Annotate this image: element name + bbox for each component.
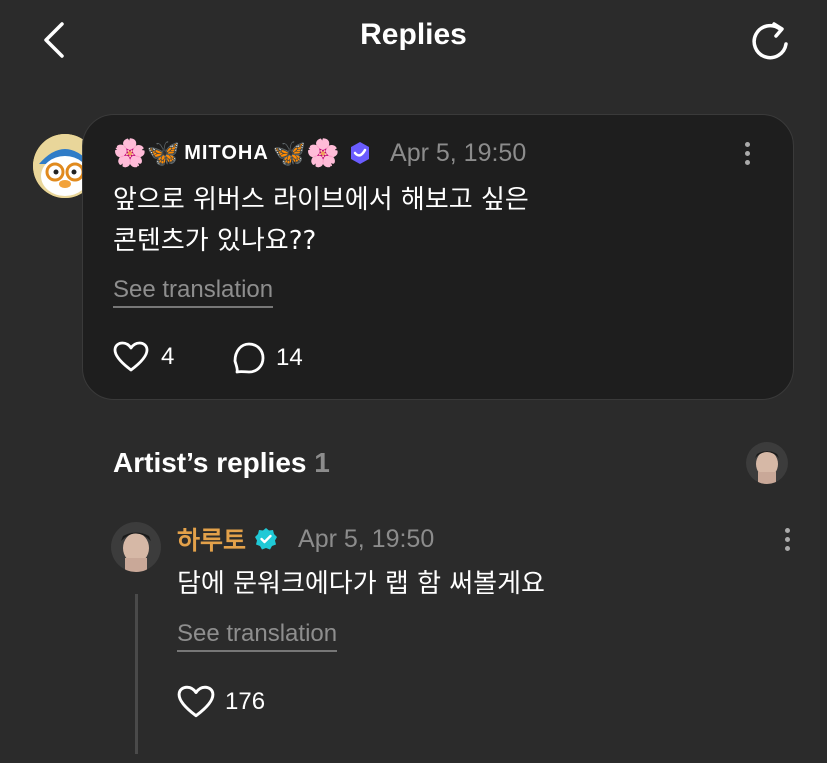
reply-like-count: 176 <box>225 688 266 715</box>
artist-avatar-small[interactable] <box>746 442 788 484</box>
commenter-handle[interactable]: MITOHA <box>184 142 269 165</box>
reply-see-translation-link[interactable]: See translation <box>177 620 338 652</box>
comment-more-button[interactable] <box>745 142 751 169</box>
membership-badge-icon <box>351 142 370 164</box>
reply-text: 담에 문워크에다가 랩 함 써볼게요 <box>177 569 545 599</box>
reply-timestamp: Apr 5, 19:50 <box>298 524 435 553</box>
speech-bubble-icon <box>233 342 265 374</box>
comment-like-button[interactable]: 4 <box>113 341 174 373</box>
artist-name[interactable]: 하루토 <box>177 521 246 557</box>
comment-reply-button[interactable]: 14 <box>232 341 303 375</box>
artist-replies-header: Artist’s replies 1 <box>113 447 330 479</box>
refresh-icon <box>752 22 788 60</box>
artist-photo-icon <box>111 522 161 572</box>
heart-icon <box>113 341 149 372</box>
verified-badge-icon <box>255 528 278 550</box>
reply-more-button[interactable] <box>785 528 791 555</box>
commenter-name-row: 🌸🦋 MITOHA 🦋🌸 Apr 5, 19:50 <box>113 136 526 170</box>
artist-replies-title: Artist’s replies <box>113 447 307 478</box>
reply-like-button[interactable]: 176 <box>177 685 265 719</box>
comment-text-line-2: 콘텐츠가 있나요?? <box>113 226 317 256</box>
artist-photo-icon <box>746 442 788 484</box>
artist-name-row: 하루토 Apr 5, 19:50 <box>177 522 434 556</box>
page-title: Replies <box>360 18 467 51</box>
heart-icon <box>177 685 215 718</box>
comment-reply-count: 14 <box>276 344 303 371</box>
thread-line <box>135 594 138 754</box>
emoji-decoration-right: 🦋🌸 <box>272 138 341 169</box>
refresh-button[interactable] <box>748 20 796 64</box>
comment-see-translation-link[interactable]: See translation <box>113 276 274 308</box>
artist-avatar[interactable] <box>111 522 161 572</box>
comment-text-line-1: 앞으로 위버스 라이브에서 해보고 싶은 <box>113 185 529 215</box>
emoji-decoration-left: 🌸🦋 <box>113 138 181 169</box>
artist-replies-count: 1 <box>314 447 330 478</box>
comment-timestamp: Apr 5, 19:50 <box>390 138 527 167</box>
comment-like-count: 4 <box>161 343 175 370</box>
